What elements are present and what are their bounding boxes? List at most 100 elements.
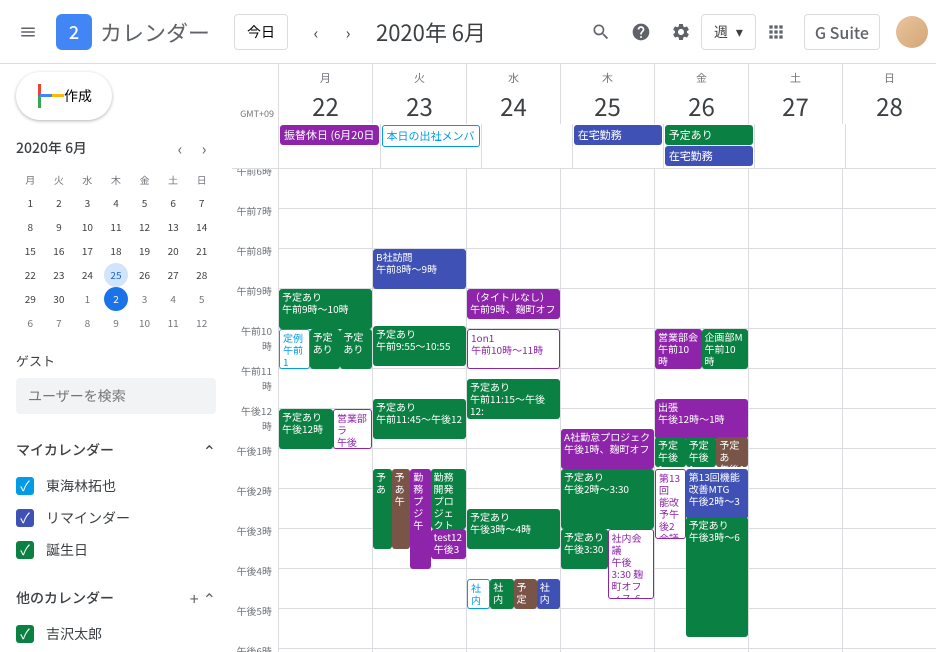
mini-day[interactable]: 4 xyxy=(161,287,185,311)
calendar-event[interactable]: 予定 xyxy=(514,579,537,609)
calendar-event[interactable]: 予定あり午前11:15～午後12: xyxy=(467,379,560,419)
mini-day[interactable]: 2 xyxy=(47,191,71,215)
help-icon[interactable] xyxy=(621,12,661,52)
calendar-event[interactable]: 社内 xyxy=(490,579,513,609)
allday-cell[interactable] xyxy=(481,124,572,168)
mini-day[interactable]: 14 xyxy=(190,215,214,239)
calendar-item[interactable]: ✓リマインダー xyxy=(16,502,216,534)
day-header[interactable]: 火23 xyxy=(372,64,466,124)
calendar-event[interactable]: 予定午後1 xyxy=(686,437,717,467)
day-header[interactable]: 日28 xyxy=(842,64,936,124)
allday-event[interactable]: 予定あり xyxy=(665,125,753,145)
calendar-event[interactable]: 営業部会午前10時 xyxy=(655,329,702,369)
calendar-event[interactable]: 予定あり午後2時～3:30 xyxy=(561,469,654,529)
view-selector[interactable]: 週▾ xyxy=(701,14,756,50)
mini-day[interactable]: 2 xyxy=(104,287,128,311)
calendar-event[interactable]: 予定あり午後3時～4時 xyxy=(467,509,560,549)
calendar-item[interactable]: ✓東海林拓也 xyxy=(16,470,216,502)
allday-event[interactable]: 振替休日 (6月20日 xyxy=(280,125,379,145)
mini-day[interactable]: 10 xyxy=(75,215,99,239)
calendar-event[interactable]: 予定あり午後12時 xyxy=(279,409,333,449)
mini-day[interactable]: 7 xyxy=(47,311,71,335)
calendar-event[interactable]: 勤務プジ午 xyxy=(410,469,430,569)
other-calendars-header[interactable]: 他のカレンダー+⌃ xyxy=(16,578,216,618)
day-column[interactable]: 営業部会午前10時企画部M午前10時出張午後12時～1時予定午後1予定午後1予定… xyxy=(654,169,748,652)
calendar-event[interactable]: （タイトルなし）午前9時、麹町オフ xyxy=(467,289,560,319)
allday-event[interactable]: 本日の出社メンバ xyxy=(382,125,480,147)
mini-day[interactable]: 16 xyxy=(47,239,71,263)
mini-day[interactable]: 20 xyxy=(161,239,185,263)
mini-day[interactable]: 13 xyxy=(161,215,185,239)
mini-day[interactable]: 18 xyxy=(104,239,128,263)
add-calendar-icon[interactable]: + xyxy=(190,586,199,610)
checkbox-icon[interactable]: ✓ xyxy=(16,625,34,643)
mini-day[interactable]: 1 xyxy=(75,287,99,311)
calendar-event[interactable]: 予定あり午後3時～6 xyxy=(686,517,748,637)
calendar-event[interactable]: 第13回機能改善MTG午後2時～3 xyxy=(686,469,748,519)
checkbox-icon[interactable]: ✓ xyxy=(16,477,34,495)
calendar-event[interactable]: A社勤怠プロジェク午後1時、麹町オフ xyxy=(561,429,654,469)
day-column[interactable]: B社訪問午前8時～9時予定あり午前9:55～10:55予定あり午前11:45～午… xyxy=(372,169,466,652)
mini-day[interactable]: 7 xyxy=(190,191,214,215)
day-column[interactable]: （タイトルなし）午前9時、麹町オフ 1on1午前10時～11時予定あり午前11:1… xyxy=(466,169,560,652)
day-header[interactable]: 金26 xyxy=(654,64,748,124)
checkbox-icon[interactable]: ✓ xyxy=(16,509,34,527)
day-column[interactable] xyxy=(842,169,936,652)
gsuite-button[interactable]: G Suite xyxy=(804,14,880,50)
calendar-item[interactable]: ✓誕生日 xyxy=(16,534,216,566)
day-header[interactable]: 月22 xyxy=(278,64,372,124)
calendar-event[interactable]: 第13回能改予午後2 会議予 xyxy=(655,469,686,539)
allday-cell[interactable]: 振替休日 (6月20日 xyxy=(278,124,380,168)
mini-next-button[interactable]: › xyxy=(192,136,216,160)
day-column[interactable] xyxy=(748,169,842,652)
day-header[interactable]: 木25 xyxy=(560,64,654,124)
mini-day[interactable]: 24 xyxy=(75,263,99,287)
guest-search-input[interactable] xyxy=(16,378,216,414)
mini-day[interactable]: 8 xyxy=(18,215,42,239)
mini-day[interactable]: 25 xyxy=(104,263,128,287)
calendar-event[interactable]: 企画部M午前10時 xyxy=(702,329,749,369)
calendar-event[interactable]: 1on1午前10時～11時 xyxy=(467,329,560,369)
calendar-event[interactable]: 社内 xyxy=(537,579,560,609)
create-button[interactable]: 作成 xyxy=(16,72,112,120)
today-button[interactable]: 今日 xyxy=(234,14,288,50)
mini-day[interactable]: 26 xyxy=(133,263,157,287)
mini-day[interactable]: 10 xyxy=(133,311,157,335)
prev-week-button[interactable]: ‹ xyxy=(300,16,332,48)
allday-cell[interactable]: 本日の出社メンバ xyxy=(380,124,481,168)
mini-prev-button[interactable]: ‹ xyxy=(168,136,192,160)
mini-day[interactable]: 4 xyxy=(104,191,128,215)
mini-day[interactable]: 5 xyxy=(190,287,214,311)
allday-cell[interactable] xyxy=(754,124,845,168)
day-column[interactable]: A社勤怠プロジェク午後1時、麹町オフ予定あり午後2時～3:30予定あり午後3:3… xyxy=(560,169,654,652)
calendar-item[interactable]: ✓吉沢太郎 xyxy=(16,618,216,650)
mini-day[interactable]: 17 xyxy=(75,239,99,263)
mini-day[interactable]: 11 xyxy=(104,215,128,239)
mini-day[interactable]: 29 xyxy=(18,287,42,311)
mini-day[interactable]: 23 xyxy=(47,263,71,287)
calendar-event[interactable]: 定例午前1 xyxy=(279,329,310,369)
calendar-event[interactable]: 営業部ラ午後12時 xyxy=(333,409,372,449)
allday-cell[interactable]: 在宅勤務 xyxy=(572,124,663,168)
mini-day[interactable]: 3 xyxy=(133,287,157,311)
calendar-event[interactable]: 出張午後12時～1時 xyxy=(655,399,748,439)
calendar-event[interactable]: 予定あり午後3:30 xyxy=(561,529,608,569)
mini-day[interactable]: 30 xyxy=(47,287,71,311)
mini-day[interactable]: 15 xyxy=(18,239,42,263)
calendar-event[interactable]: 予あ xyxy=(373,469,392,549)
calendar-event[interactable]: 予定あ午後1 xyxy=(716,437,748,467)
mini-day[interactable]: 12 xyxy=(190,311,214,335)
calendar-event[interactable]: test12午後3 xyxy=(431,529,466,559)
mini-day[interactable]: 12 xyxy=(133,215,157,239)
calendar-event[interactable]: 予あ午 xyxy=(392,469,411,549)
my-calendars-header[interactable]: マイカレンダー⌃ xyxy=(16,430,216,470)
mini-day[interactable]: 19 xyxy=(133,239,157,263)
calendar-event[interactable]: 予定あり午前9:55～10:55 xyxy=(373,326,466,366)
day-header[interactable]: 水24 xyxy=(466,64,560,124)
mini-day[interactable]: 8 xyxy=(75,311,99,335)
allday-event[interactable]: 在宅勤務 xyxy=(665,146,753,166)
mini-day[interactable]: 21 xyxy=(190,239,214,263)
allday-cell[interactable] xyxy=(845,124,936,168)
mini-day[interactable]: 1 xyxy=(18,191,42,215)
calendar-event[interactable]: 予定あり xyxy=(340,329,372,369)
